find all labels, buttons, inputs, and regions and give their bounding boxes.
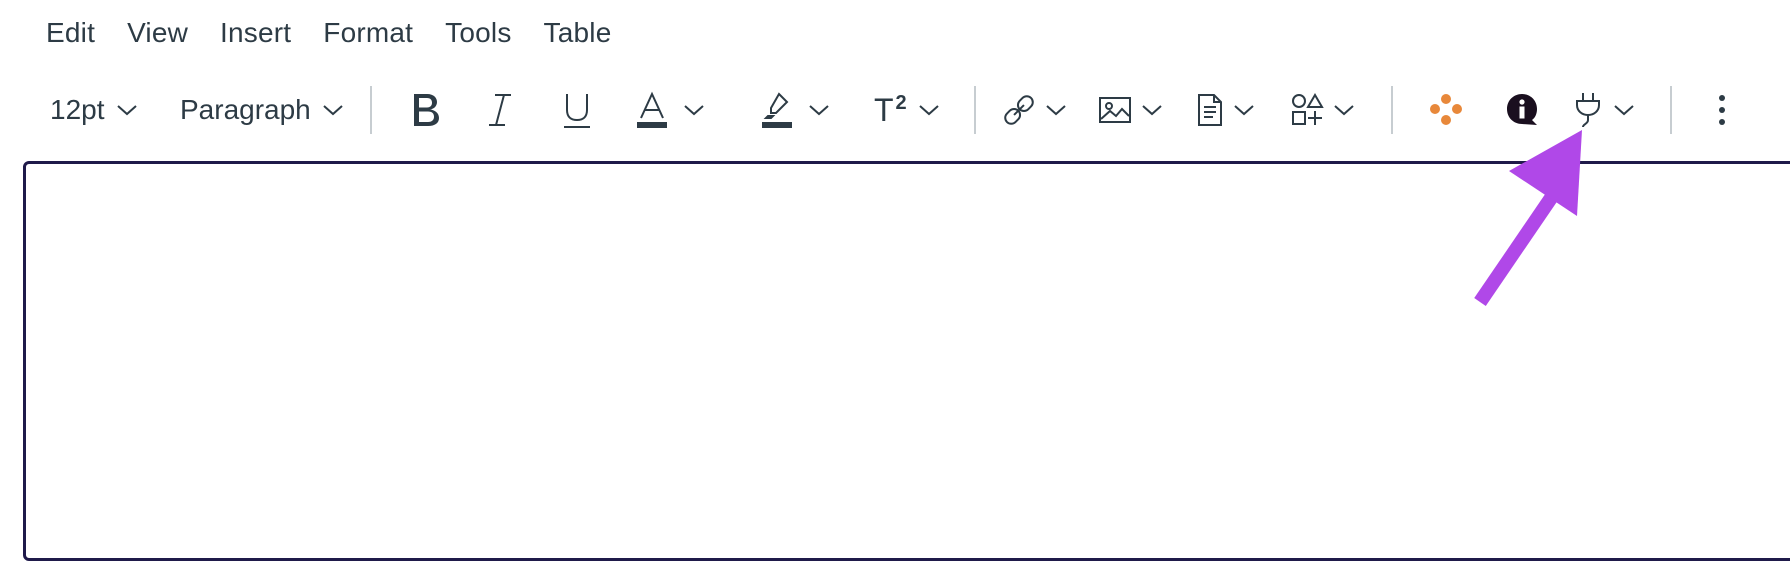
apps-plugin-button[interactable]: [1572, 76, 1636, 144]
embed-button[interactable]: [1290, 76, 1356, 144]
editor-toolbar: 12pt Paragraph T 2: [0, 76, 1790, 144]
orange-dots-icon: [1430, 94, 1462, 125]
menu-insert[interactable]: Insert: [220, 17, 291, 49]
kebab-menu-icon: [1719, 95, 1725, 125]
chevron-down-icon[interactable]: [1140, 102, 1164, 118]
italic-icon: [489, 94, 511, 126]
info-app-button[interactable]: [1505, 76, 1539, 144]
chevron-down-icon[interactable]: [682, 102, 706, 118]
superscript-mark: 2: [895, 91, 907, 114]
more-options-button[interactable]: [1716, 76, 1728, 144]
document-icon: [1198, 94, 1222, 126]
text-color-icon: [637, 91, 667, 128]
shapes-icon: [1292, 93, 1324, 125]
chevron-down-icon[interactable]: [917, 102, 941, 118]
image-button[interactable]: [1098, 76, 1164, 144]
toolbar-divider: [974, 86, 976, 134]
chevron-down-icon[interactable]: [1232, 102, 1256, 118]
italic-button[interactable]: [486, 76, 514, 144]
link-button[interactable]: [1002, 76, 1068, 144]
bold-button[interactable]: [408, 76, 442, 144]
font-size-value: 12pt: [50, 94, 105, 125]
chevron-down-icon[interactable]: [1044, 102, 1068, 118]
underline-button[interactable]: [562, 76, 592, 144]
superscript-icon: T2: [874, 92, 907, 129]
superscript-button[interactable]: T2: [874, 76, 941, 144]
toolbar-divider: [370, 86, 372, 134]
editor-content-area[interactable]: [23, 161, 1790, 561]
menu-tools[interactable]: Tools: [445, 17, 511, 49]
document-button[interactable]: [1196, 76, 1256, 144]
info-bubble-icon: [1507, 94, 1537, 125]
highlight-color-button[interactable]: [761, 76, 831, 144]
menubar: Edit View Insert Format Tools Table: [0, 0, 1790, 66]
toolbar-divider: [1391, 86, 1393, 134]
font-size-select[interactable]: 12pt: [50, 76, 139, 144]
block-format-select[interactable]: Paragraph: [180, 76, 345, 144]
chevron-down-icon: [116, 105, 137, 116]
chevron-down-icon[interactable]: [1612, 102, 1636, 118]
chevron-down-icon[interactable]: [1332, 102, 1356, 118]
highlight-icon: [762, 92, 792, 128]
app-button[interactable]: [1428, 76, 1464, 144]
text-color-button[interactable]: [636, 76, 706, 144]
chevron-down-icon[interactable]: [807, 102, 831, 118]
superscript-label: T: [874, 91, 894, 128]
image-icon: [1099, 97, 1131, 123]
link-icon: [1004, 95, 1034, 125]
chevron-down-icon: [323, 105, 343, 116]
bold-icon: [414, 94, 439, 126]
menu-table[interactable]: Table: [544, 17, 612, 49]
plug-icon: [1576, 93, 1600, 128]
toolbar-divider: [1670, 86, 1672, 134]
block-format-value: Paragraph: [180, 94, 311, 125]
menu-view[interactable]: View: [127, 17, 188, 49]
menu-format[interactable]: Format: [323, 17, 413, 49]
menu-edit[interactable]: Edit: [46, 17, 95, 49]
underline-icon: [564, 94, 590, 128]
